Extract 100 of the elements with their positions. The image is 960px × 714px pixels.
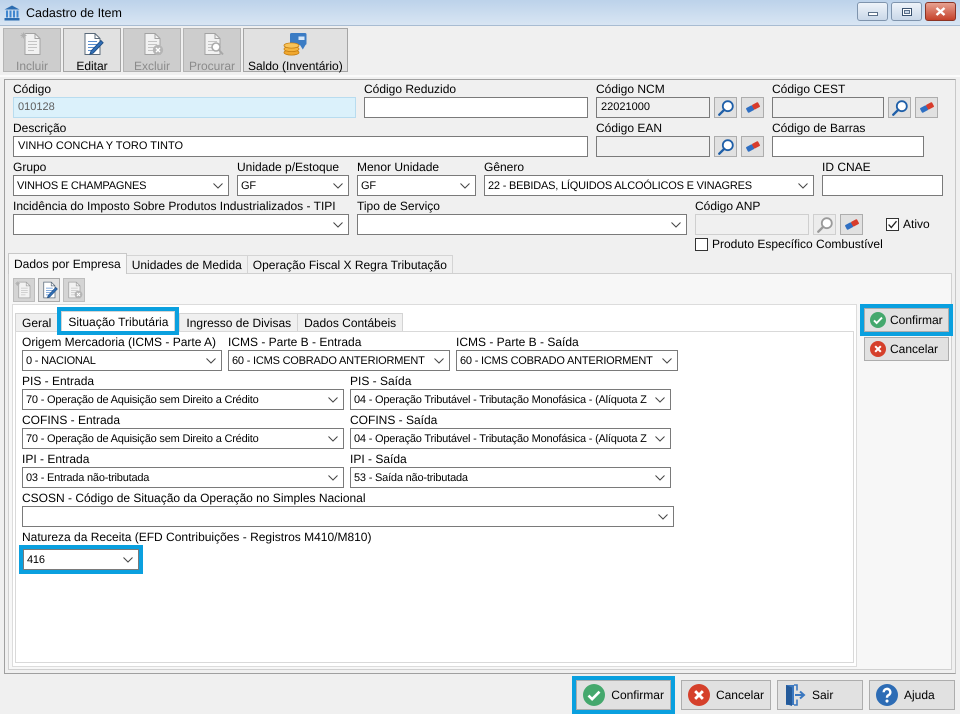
field-label: Código NCM	[596, 81, 665, 97]
dropdown-field[interactable]: GF	[357, 175, 476, 196]
dropdown-field[interactable]: 04 - Operação Tributável - Tributação Monofásica - (Alíquota Z	[350, 428, 671, 449]
text-field[interactable]: 010128	[13, 97, 356, 118]
x-circle-icon	[688, 684, 710, 706]
dropdown-field[interactable]: GF	[237, 175, 349, 196]
chevron-down-icon	[662, 358, 672, 364]
eraser-icon	[744, 102, 760, 113]
help-button[interactable]: Ajuda	[869, 680, 955, 710]
confirm-button[interactable]: Confirmar	[864, 308, 949, 332]
search-icon	[816, 216, 832, 232]
field-label: Tipo de Serviço	[357, 198, 440, 214]
text-field[interactable]	[596, 136, 710, 157]
text-field[interactable]: 22021000	[596, 97, 710, 118]
new-document-icon	[15, 281, 33, 299]
clear-button[interactable]	[741, 136, 764, 157]
field-label: Descrição	[13, 120, 66, 136]
eraser-icon	[744, 141, 760, 152]
search-button[interactable]	[888, 97, 911, 118]
dropdown-field[interactable]	[13, 214, 349, 235]
minimize-button[interactable]	[857, 2, 888, 21]
field-label: Código Reduzido	[364, 81, 456, 97]
text-field[interactable]	[772, 97, 884, 118]
text-field[interactable]	[822, 175, 943, 196]
toolbar-button[interactable]	[38, 278, 60, 302]
dropdown-field[interactable]: 60 - ICMS COBRADO ANTERIORMENT	[456, 350, 678, 371]
minimize-icon	[868, 12, 878, 16]
checkbox-label[interactable]: Ativo	[903, 217, 930, 231]
text-field[interactable]: VINHO CONCHA Y TORO TINTO	[13, 136, 588, 157]
card-coins-icon	[283, 32, 308, 56]
dropdown-field[interactable]: VINHOS E CHAMPAGNES	[13, 175, 229, 196]
door-arrow-icon	[784, 684, 806, 706]
checkbox-label[interactable]: Produto Específico Combustível	[712, 237, 883, 251]
chevron-down-icon	[655, 474, 665, 480]
tab[interactable]: Dados Contábeis	[297, 313, 404, 331]
tab[interactable]: Geral	[15, 313, 58, 331]
tab[interactable]: Ingresso de Divisas	[179, 313, 298, 331]
search-icon	[892, 100, 908, 116]
search-button[interactable]	[714, 136, 737, 157]
window-title: Cadastro de Item	[26, 6, 122, 20]
chevron-down-icon	[206, 358, 216, 364]
field-label: PIS - Entrada	[22, 373, 94, 389]
chevron-down-icon	[655, 396, 665, 402]
chevron-down-icon	[798, 182, 808, 188]
dropdown-field[interactable]	[357, 214, 687, 235]
toolbar-button[interactable]: Saldo (Inventário)	[243, 28, 348, 72]
building-icon	[4, 5, 20, 21]
dropdown-field[interactable]: 22 - BEBIDAS, LÍQUIDOS ALCOÓLICOS E VINAGRES	[484, 175, 814, 196]
eraser-icon	[844, 219, 860, 230]
dropdown-field[interactable]: 416	[23, 549, 139, 570]
dropdown-field[interactable]: 60 - ICMS COBRADO ANTERIORMENT	[228, 350, 450, 371]
chevron-down-icon	[328, 474, 338, 480]
search-button[interactable]	[714, 97, 737, 118]
cancel-button[interactable]: Cancelar	[864, 337, 949, 361]
dropdown-field[interactable]: 03 - Entrada não-tributada	[22, 467, 344, 488]
chevron-down-icon	[333, 182, 343, 188]
chevron-down-icon	[328, 436, 338, 442]
toolbar-button[interactable]: Editar	[63, 28, 121, 72]
dropdown-field[interactable]: 04 - Operação Tributável - Tributação Monofásica - (Alíquota Z	[350, 389, 671, 410]
check-circle-icon	[583, 684, 606, 706]
dropdown-field[interactable]: 0 - NACIONAL	[22, 350, 222, 371]
chevron-down-icon	[213, 182, 223, 188]
clear-button[interactable]	[915, 97, 938, 118]
x-circle-icon	[870, 341, 886, 357]
tab[interactable]: Dados por Empresa	[8, 253, 127, 274]
field-label: IPI - Entrada	[22, 451, 90, 467]
close-button[interactable]	[925, 2, 956, 21]
field-label: Código de Barras	[772, 120, 866, 136]
field-label: COFINS - Saída	[350, 412, 438, 428]
maximize-button[interactable]	[891, 2, 922, 21]
dropdown-field[interactable]	[22, 506, 674, 527]
tab[interactable]: Operação Fiscal X Regra Tributação	[246, 255, 453, 273]
field-label: ICMS - Parte B - Saída	[456, 334, 579, 350]
chevron-down-icon	[460, 182, 470, 188]
field-label: ID CNAE	[822, 159, 871, 175]
clear-button[interactable]	[741, 97, 764, 118]
close-icon	[935, 7, 946, 16]
field-label: IPI - Saída	[350, 451, 407, 467]
maximize-icon	[902, 8, 912, 16]
checkbox[interactable]	[886, 218, 899, 230]
field-label: Código CEST	[772, 81, 846, 97]
help-icon	[876, 684, 898, 706]
clear-button[interactable]	[840, 214, 863, 235]
dropdown-field[interactable]: 70 - Operação de Aquisição sem Direito a Crédito	[22, 389, 344, 410]
dropdown-field[interactable]: 70 - Operação de Aquisição sem Direito a Crédito	[22, 428, 344, 449]
tab[interactable]: Situação Tributária	[61, 311, 176, 331]
search-button[interactable]	[813, 214, 836, 235]
field-label: ICMS - Parte B - Entrada	[228, 334, 362, 350]
dropdown-field[interactable]: 53 - Saída não-tributada	[350, 467, 671, 488]
field-label: Grupo	[13, 159, 46, 175]
field-label: Natureza da Receita (EFD Contribuições - Registros M410/M810)	[22, 529, 372, 545]
exit-button[interactable]: Sair	[777, 680, 863, 710]
cancel-button[interactable]: Cancelar	[680, 680, 771, 710]
text-field[interactable]	[772, 136, 924, 157]
chevron-down-icon	[658, 514, 668, 520]
field-label: COFINS - Entrada	[22, 412, 120, 428]
text-field[interactable]	[364, 97, 588, 118]
confirm-button[interactable]: Confirmar	[576, 680, 671, 710]
checkbox[interactable]	[695, 238, 708, 250]
eraser-icon	[918, 102, 934, 113]
